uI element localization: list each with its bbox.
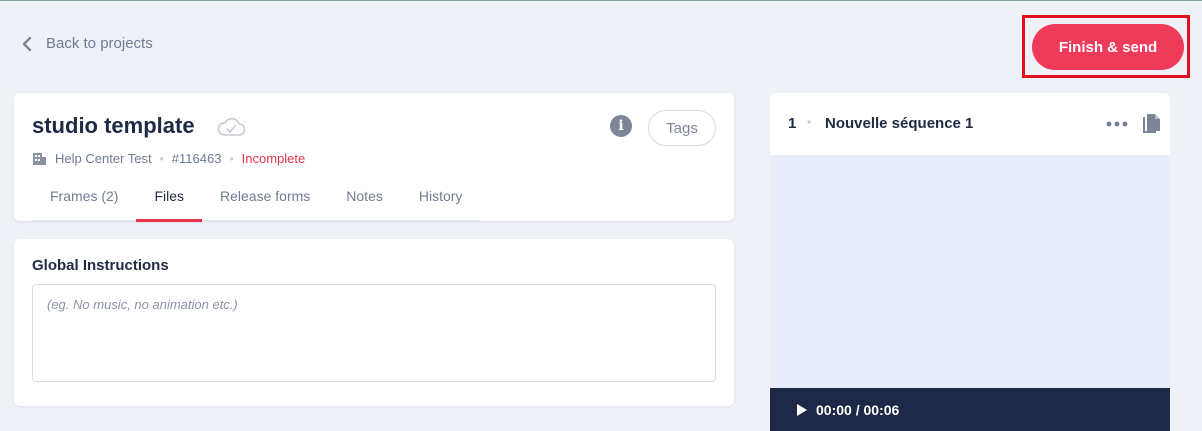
- cloud-check-icon: [217, 117, 246, 136]
- tags-button[interactable]: Tags: [648, 110, 716, 146]
- project-card: studio template i Tags Help Center Test …: [14, 93, 734, 222]
- building-icon: [33, 153, 46, 165]
- separator-dot: •: [159, 151, 164, 166]
- finish-and-send-button[interactable]: Finish & send: [1032, 24, 1184, 70]
- separator-dot: •: [229, 151, 234, 166]
- tab-frames[interactable]: Frames (2): [32, 181, 136, 221]
- info-glyph: i: [618, 118, 624, 134]
- video-player-bar: 00:00 / 00:06: [770, 388, 1170, 431]
- tab-notes[interactable]: Notes: [328, 181, 401, 221]
- video-time: 00:00 / 00:06: [816, 402, 900, 418]
- project-meta: Help Center Test • #116463 • Incomplete: [32, 151, 305, 166]
- back-label: Back to projects: [46, 35, 153, 52]
- info-icon[interactable]: i: [610, 115, 632, 137]
- status-badge: Incomplete: [241, 151, 306, 166]
- tab-files[interactable]: Files: [136, 181, 202, 222]
- client-name: Help Center Test: [55, 151, 152, 166]
- video-preview[interactable]: [770, 155, 1170, 388]
- global-instructions-input[interactable]: [32, 284, 716, 382]
- sequence-header: 1 • Nouvelle séquence 1: [770, 93, 1170, 155]
- copy-icon[interactable]: [1142, 113, 1162, 135]
- tab-history[interactable]: History: [401, 181, 481, 221]
- sequence-name: Nouvelle séquence 1: [825, 115, 974, 132]
- tab-release-forms[interactable]: Release forms: [202, 181, 328, 221]
- more-horizontal-icon[interactable]: [1106, 121, 1128, 127]
- sequence-number: 1: [788, 115, 797, 132]
- separator-dot: •: [807, 115, 812, 129]
- global-instructions-title: Global Instructions: [32, 257, 169, 274]
- project-title: studio template: [32, 113, 195, 138]
- global-instructions-card: Global Instructions: [14, 239, 734, 406]
- project-tabs: Frames (2) Files Release forms Notes His…: [32, 181, 481, 222]
- play-icon[interactable]: [796, 403, 808, 417]
- project-id: #116463: [171, 151, 222, 166]
- chevron-left-icon: [22, 36, 32, 51]
- back-to-projects-link[interactable]: Back to projects: [20, 35, 153, 52]
